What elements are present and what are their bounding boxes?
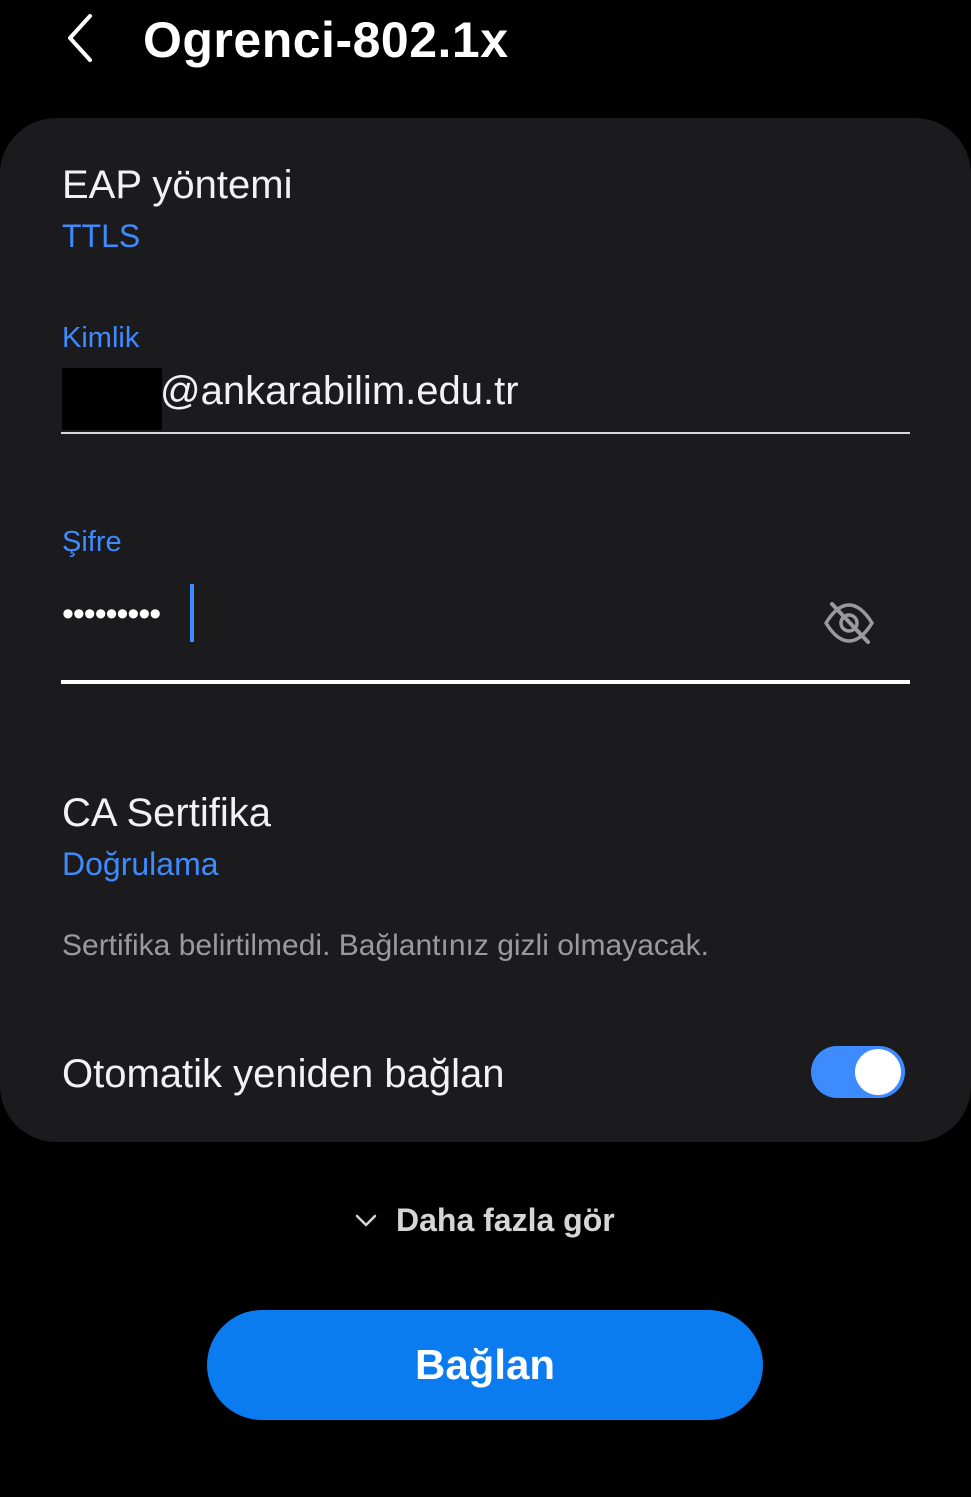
see-more-label: Daha fazla gör	[396, 1202, 615, 1238]
eap-method-label[interactable]: EAP yöntemi	[62, 160, 293, 210]
header: Ogrenci-802.1x	[0, 0, 971, 90]
identity-label: Kimlik	[62, 322, 140, 354]
toggle-knob	[855, 1049, 901, 1095]
password-value: •••••••••	[62, 595, 161, 633]
eap-method-value[interactable]: TTLS	[62, 216, 140, 256]
page-title: Ogrenci-802.1x	[143, 12, 509, 68]
eye-off-icon	[824, 602, 874, 644]
chevron-left-icon	[68, 14, 92, 62]
redacted-username	[62, 368, 162, 430]
password-underline-active	[61, 680, 910, 684]
password-input[interactable]: •••••••••	[62, 584, 912, 648]
identity-value: @ankarabilim.edu.tr	[160, 369, 519, 413]
connect-button-label: Bağlan	[414, 1341, 556, 1388]
connect-button[interactable]: Bağlan	[207, 1310, 763, 1420]
back-button[interactable]	[52, 6, 112, 70]
ca-certificate-label[interactable]: CA Sertifika	[62, 788, 271, 838]
chevron-down-icon	[352, 1206, 380, 1234]
password-label: Şifre	[62, 526, 122, 558]
toggle-password-visibility-button[interactable]	[820, 596, 878, 650]
see-more-button[interactable]: Daha fazla gör	[352, 1196, 615, 1244]
ca-certificate-warning: Sertifika belirtilmedi. Bağlantınız gizl…	[62, 929, 709, 962]
text-caret	[190, 584, 194, 642]
identity-input[interactable]: @ankarabilim.edu.tr	[62, 366, 912, 430]
auto-reconnect-label: Otomatik yeniden bağlan	[62, 1052, 505, 1096]
identity-underline	[61, 432, 910, 434]
auto-reconnect-toggle[interactable]	[811, 1046, 905, 1098]
ca-certificate-value[interactable]: Doğrulama	[62, 844, 219, 884]
